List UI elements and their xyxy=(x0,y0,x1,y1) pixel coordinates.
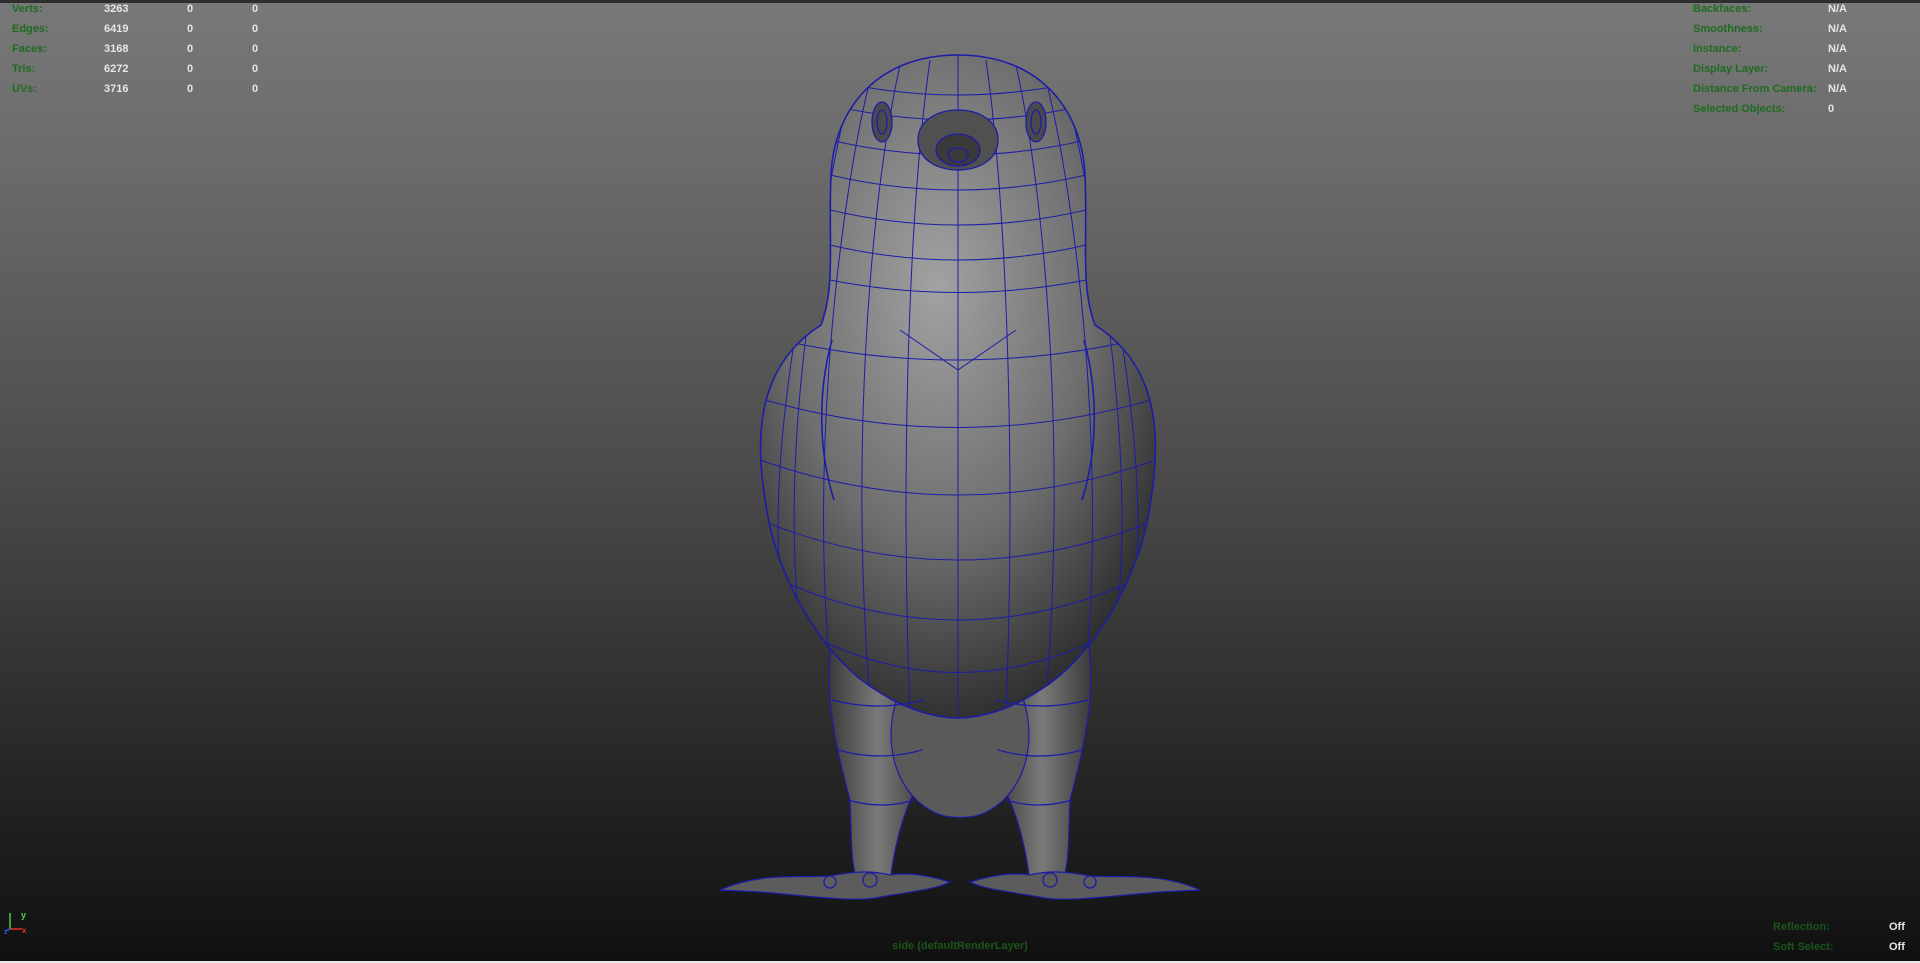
hud-value: 0 xyxy=(252,3,259,15)
hud-row-tris: Tris: 6272 0 0 xyxy=(12,59,292,79)
axis-z-label: z xyxy=(4,929,8,935)
hud-row-instance: Instance: N/A xyxy=(1693,39,1893,59)
hud-value: N/A xyxy=(1828,23,1847,35)
hud-value: 0 xyxy=(187,63,194,75)
poly-count-hud: Verts: 3263 0 0 Edges: 6419 0 0 Faces: 3… xyxy=(12,0,292,99)
hud-label: UVs: xyxy=(12,83,38,95)
object-info-hud: Backfaces: N/A Smoothness: N/A Instance:… xyxy=(1693,0,1893,119)
axis-y-label: y xyxy=(21,910,26,920)
hud-value: N/A xyxy=(1828,83,1847,95)
hud-value: 6419 xyxy=(104,23,129,35)
hud-label: Smoothness: xyxy=(1693,23,1763,35)
hud-value: 0 xyxy=(252,43,259,55)
hud-label: Display Layer: xyxy=(1693,63,1769,75)
hud-value: 3263 xyxy=(104,3,129,15)
hud-label: Tris: xyxy=(12,63,36,75)
hud-value: 6272 xyxy=(104,63,129,75)
hud-row-uvs: UVs: 3716 0 0 xyxy=(12,79,292,99)
hud-row-smoothness: Smoothness: N/A xyxy=(1693,19,1893,39)
hud-row-backfaces: Backfaces: N/A xyxy=(1693,0,1893,19)
bird-model xyxy=(719,54,1201,900)
hud-row-verts: Verts: 3263 0 0 xyxy=(12,0,292,19)
hud-value: 0 xyxy=(187,23,194,35)
hud-value: N/A xyxy=(1828,3,1847,15)
hud-row-faces: Faces: 3168 0 0 xyxy=(12,39,292,59)
hud-label: Instance: xyxy=(1693,43,1742,55)
hud-label: Faces: xyxy=(12,43,47,55)
hud-label: Reflection: xyxy=(1773,921,1830,933)
hud-label: Backfaces: xyxy=(1693,3,1752,15)
hud-row-edges: Edges: 6419 0 0 xyxy=(12,19,292,39)
hud-row-display-layer: Display Layer: N/A xyxy=(1693,59,1893,79)
hud-row-selected-objects: Selected Objects: 0 xyxy=(1693,99,1893,119)
hud-value: 0 xyxy=(187,43,194,55)
hud-value: 3168 xyxy=(104,43,129,55)
hud-label: Selected Objects: xyxy=(1693,103,1786,115)
hud-value: 0 xyxy=(187,83,194,95)
hud-row-reflection: Reflection: Off xyxy=(1773,917,1913,937)
camera-name-label: side (defaultRenderLayer) xyxy=(892,940,1028,952)
axis-gizmo-icon: y x z xyxy=(4,910,27,935)
hud-label: Distance From Camera: xyxy=(1693,83,1817,95)
hud-value: 0 xyxy=(187,3,194,15)
viewport-3d-model[interactable] xyxy=(0,0,1920,963)
hud-value: 3716 xyxy=(104,83,129,95)
hud-value: N/A xyxy=(1828,63,1847,75)
hud-value: 0 xyxy=(252,63,259,75)
hud-value: 0 xyxy=(252,23,259,35)
hud-value: Off xyxy=(1889,921,1905,933)
hud-label: Verts: xyxy=(12,3,43,15)
hud-value: 0 xyxy=(1828,103,1835,115)
axis-x-label: x xyxy=(22,926,27,935)
hud-label: Edges: xyxy=(12,23,49,35)
hud-row-distance: Distance From Camera: N/A xyxy=(1693,79,1893,99)
hud-value: N/A xyxy=(1828,43,1847,55)
hud-value: 0 xyxy=(252,83,259,95)
